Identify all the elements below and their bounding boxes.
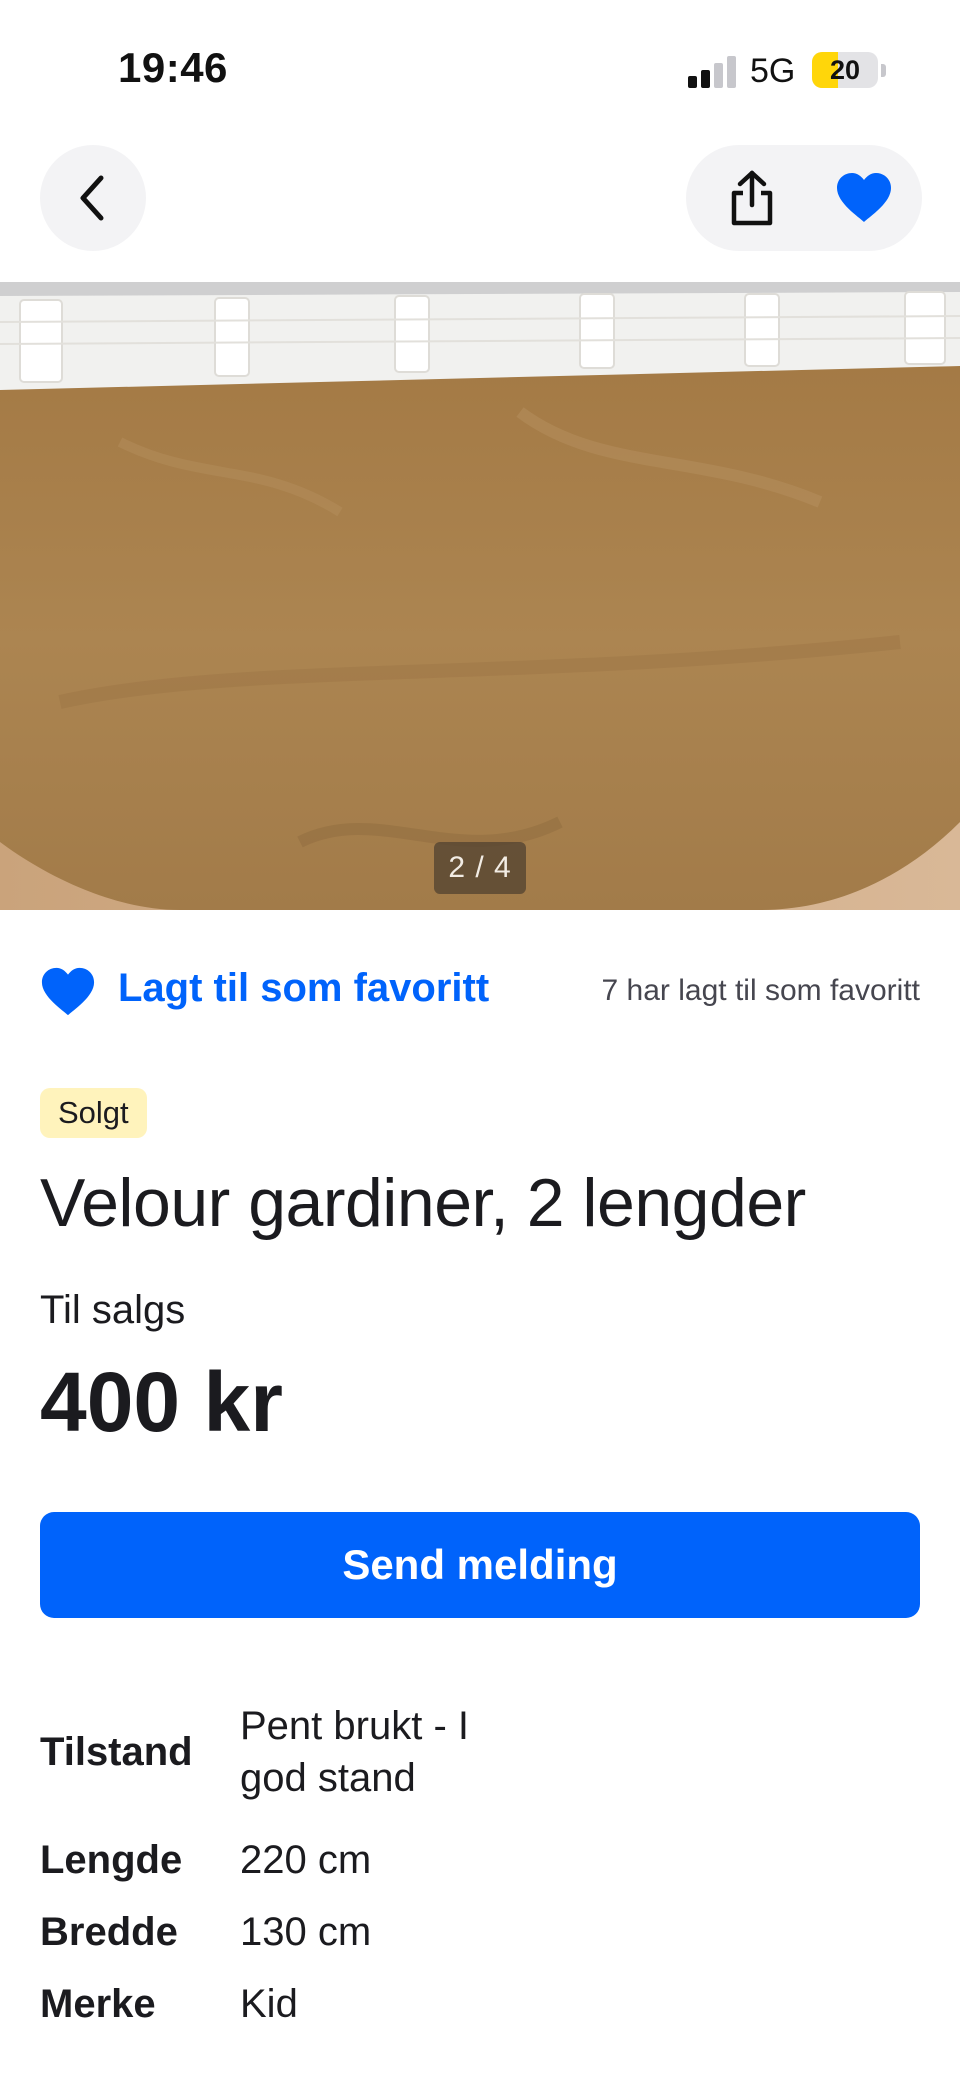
spec-key: Lengde bbox=[40, 1837, 183, 1882]
share-button[interactable] bbox=[704, 145, 800, 251]
status-bar: 19:46 5G 20 bbox=[0, 0, 960, 140]
favorite-count: 7 har lagt til som favoritt bbox=[601, 974, 920, 1007]
curtain-photo bbox=[0, 282, 960, 910]
product-image[interactable] bbox=[0, 282, 960, 910]
sale-type: Til salgs bbox=[40, 1288, 186, 1332]
spec-key: Bredde bbox=[40, 1909, 178, 1954]
spec-row-width: Bredde 130 cm bbox=[40, 1896, 920, 1968]
spec-key: Merke bbox=[40, 1981, 156, 2026]
favorite-row[interactable]: Lagt til som favoritt 7 har lagt til som… bbox=[40, 962, 920, 1022]
spec-row-length: Lengde 220 cm bbox=[40, 1824, 920, 1896]
image-counter: 2 / 4 bbox=[434, 842, 526, 894]
spec-value: 130 cm bbox=[240, 1910, 372, 1954]
spec-value: Kid bbox=[240, 1982, 298, 2026]
network-type: 5G bbox=[750, 52, 796, 90]
action-pill bbox=[686, 145, 922, 251]
heart-icon bbox=[41, 967, 95, 1016]
cellular-signal-icon bbox=[688, 56, 736, 88]
spec-key: Tilstand bbox=[40, 1729, 193, 1774]
spec-row-condition: Tilstand Pent brukt - I god stand bbox=[40, 1680, 920, 1824]
favorite-label[interactable]: Lagt til som favoritt bbox=[118, 966, 489, 1011]
battery-percent: 20 bbox=[829, 55, 861, 85]
specs-table: Tilstand Pent brukt - I god stand Lengde… bbox=[40, 1680, 920, 2040]
chevron-left-icon bbox=[80, 175, 104, 221]
send-message-button[interactable]: Send melding bbox=[40, 1512, 920, 1618]
favorite-button[interactable] bbox=[814, 145, 914, 251]
spec-row-brand: Merke Kid bbox=[40, 1968, 920, 2040]
share-icon bbox=[731, 170, 773, 226]
price: 400 kr bbox=[40, 1355, 283, 1449]
status-badge: Solgt bbox=[40, 1088, 147, 1138]
listing-page: 19:46 5G 20 2 / 4 Lagt til som favoritt … bbox=[0, 0, 960, 2081]
status-time: 19:46 bbox=[118, 44, 228, 91]
spec-value: Pent brukt - I god stand bbox=[240, 1704, 469, 1800]
heart-icon bbox=[837, 173, 891, 222]
listing-title: Velour gardiner, 2 lengder bbox=[40, 1165, 806, 1241]
spec-value: 220 cm bbox=[240, 1838, 372, 1882]
back-button[interactable] bbox=[40, 145, 146, 251]
battery-tip bbox=[881, 64, 886, 77]
battery-icon: 20 bbox=[812, 52, 878, 88]
